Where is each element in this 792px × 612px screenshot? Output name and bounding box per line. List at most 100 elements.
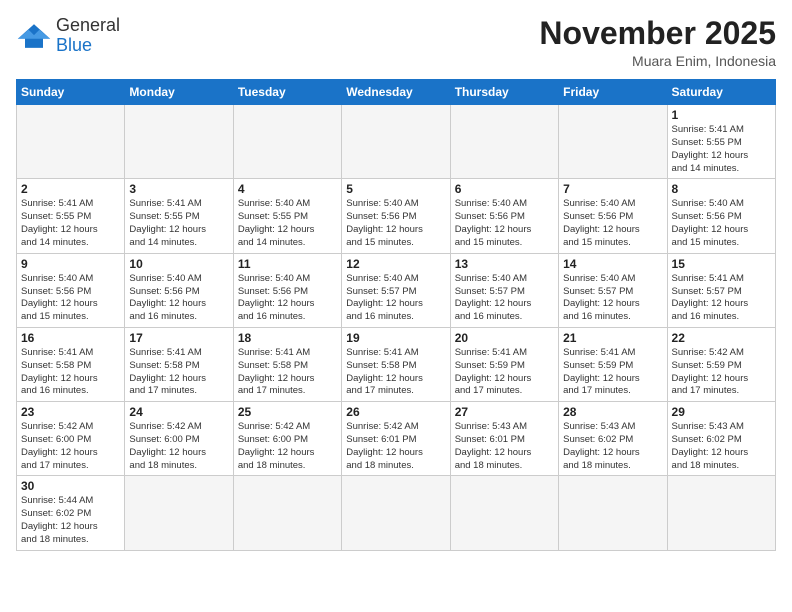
day-number: 24 <box>129 405 228 419</box>
day-number: 5 <box>346 182 445 196</box>
calendar-day-empty <box>342 476 450 550</box>
day-number: 6 <box>455 182 554 196</box>
day-info: Sunrise: 5:42 AMSunset: 6:00 PMDaylight:… <box>238 421 337 472</box>
day-number: 13 <box>455 257 554 271</box>
day-info: Sunrise: 5:40 AMSunset: 5:56 PMDaylight:… <box>129 273 228 324</box>
day-number: 4 <box>238 182 337 196</box>
calendar-day-18: 18 Sunrise: 5:41 AMSunset: 5:58 PMDayligh… <box>233 327 341 401</box>
day-info: Sunrise: 5:43 AMSunset: 6:02 PMDaylight:… <box>563 421 662 472</box>
calendar-day-21: 21 Sunrise: 5:41 AMSunset: 5:59 PMDayligh… <box>559 327 667 401</box>
calendar-day-13: 13 Sunrise: 5:40 AMSunset: 5:57 PMDayligh… <box>450 253 558 327</box>
calendar-day-29: 29Sunrise: 5:43 AMSunset: 6:02 PMDayligh… <box>667 402 775 476</box>
day-info: Sunrise: 5:40 AMSunset: 5:56 PMDaylight:… <box>238 273 337 324</box>
day-number: 22 <box>672 331 771 345</box>
day-info: Sunrise: 5:44 AMSunset: 6:02 PMDaylight:… <box>21 495 120 546</box>
day-number: 16 <box>21 331 120 345</box>
calendar-week-row: 9Sunrise: 5:40 AMSunset: 5:56 PMDaylight… <box>17 253 776 327</box>
calendar: SundayMondayTuesdayWednesdayThursdayFrid… <box>16 79 776 551</box>
calendar-day-empty <box>125 105 233 179</box>
calendar-week-row: 23Sunrise: 5:42 AMSunset: 6:00 PMDayligh… <box>17 402 776 476</box>
logo-icon <box>16 22 52 50</box>
day-number: 3 <box>129 182 228 196</box>
day-number: 1 <box>672 108 771 122</box>
day-header-thursday: Thursday <box>450 80 558 105</box>
day-info: Sunrise: 5:41 AMSunset: 5:58 PMDaylight:… <box>21 347 120 398</box>
day-header-wednesday: Wednesday <box>342 80 450 105</box>
calendar-day-25: 25 Sunrise: 5:42 AMSunset: 6:00 PMDayligh… <box>233 402 341 476</box>
calendar-day-empty <box>17 105 125 179</box>
day-header-tuesday: Tuesday <box>233 80 341 105</box>
day-number: 15 <box>672 257 771 271</box>
day-info: Sunrise: 5:41 AMSunset: 5:58 PMDaylight:… <box>346 347 445 398</box>
calendar-day-empty <box>125 476 233 550</box>
day-info: Sunrise: 5:43 AMSunset: 6:01 PMDaylight:… <box>455 421 554 472</box>
day-number: 2 <box>21 182 120 196</box>
day-header-monday: Monday <box>125 80 233 105</box>
day-number: 29 <box>672 405 771 419</box>
day-info: Sunrise: 5:41 AMSunset: 5:55 PMDaylight:… <box>21 198 120 249</box>
day-info: Sunrise: 5:40 AMSunset: 5:56 PMDaylight:… <box>346 198 445 249</box>
calendar-day-5: 5 Sunrise: 5:40 AMSunset: 5:56 PMDaylight… <box>342 179 450 253</box>
calendar-day-8: 8Sunrise: 5:40 AMSunset: 5:56 PMDaylight… <box>667 179 775 253</box>
page: General Blue November 2025 Muara Enim, I… <box>0 0 792 559</box>
month-title: November 2025 <box>539 16 776 51</box>
day-info: Sunrise: 5:42 AMSunset: 6:00 PMDaylight:… <box>21 421 120 472</box>
calendar-day-12: 12 Sunrise: 5:40 AMSunset: 5:57 PMDayligh… <box>342 253 450 327</box>
calendar-day-7: 7Sunrise: 5:40 AMSunset: 5:56 PMDaylight… <box>559 179 667 253</box>
calendar-day-26: 26Sunrise: 5:42 AMSunset: 6:01 PMDayligh… <box>342 402 450 476</box>
calendar-day-empty <box>559 476 667 550</box>
calendar-day-empty <box>233 476 341 550</box>
day-info: Sunrise: 5:41 AMSunset: 5:58 PMDaylight:… <box>238 347 337 398</box>
calendar-header-row: SundayMondayTuesdayWednesdayThursdayFrid… <box>17 80 776 105</box>
calendar-day-16: 16 Sunrise: 5:41 AMSunset: 5:58 PMDayligh… <box>17 327 125 401</box>
calendar-day-1: 1 Sunrise: 5:41 AMSunset: 5:55 PMDaylight… <box>667 105 775 179</box>
logo: General Blue <box>16 16 120 56</box>
calendar-week-row: 2 Sunrise: 5:41 AMSunset: 5:55 PMDaylight… <box>17 179 776 253</box>
calendar-day-2: 2 Sunrise: 5:41 AMSunset: 5:55 PMDaylight… <box>17 179 125 253</box>
header: General Blue November 2025 Muara Enim, I… <box>16 16 776 69</box>
day-number: 26 <box>346 405 445 419</box>
day-info: Sunrise: 5:42 AMSunset: 5:59 PMDaylight:… <box>672 347 771 398</box>
day-info: Sunrise: 5:40 AMSunset: 5:56 PMDaylight:… <box>21 273 120 324</box>
day-number: 8 <box>672 182 771 196</box>
day-info: Sunrise: 5:40 AMSunset: 5:57 PMDaylight:… <box>346 273 445 324</box>
day-number: 25 <box>238 405 337 419</box>
day-info: Sunrise: 5:41 AMSunset: 5:55 PMDaylight:… <box>129 198 228 249</box>
day-info: Sunrise: 5:42 AMSunset: 6:00 PMDaylight:… <box>129 421 228 472</box>
calendar-day-30: 30 Sunrise: 5:44 AMSunset: 6:02 PMDayligh… <box>17 476 125 550</box>
logo-text: General Blue <box>56 16 120 56</box>
day-info: Sunrise: 5:40 AMSunset: 5:56 PMDaylight:… <box>563 198 662 249</box>
day-number: 21 <box>563 331 662 345</box>
calendar-day-11: 11Sunrise: 5:40 AMSunset: 5:56 PMDayligh… <box>233 253 341 327</box>
calendar-day-23: 23Sunrise: 5:42 AMSunset: 6:00 PMDayligh… <box>17 402 125 476</box>
calendar-day-4: 4 Sunrise: 5:40 AMSunset: 5:55 PMDaylight… <box>233 179 341 253</box>
day-number: 20 <box>455 331 554 345</box>
calendar-day-28: 28 Sunrise: 5:43 AMSunset: 6:02 PMDayligh… <box>559 402 667 476</box>
day-info: Sunrise: 5:40 AMSunset: 5:56 PMDaylight:… <box>455 198 554 249</box>
day-header-saturday: Saturday <box>667 80 775 105</box>
calendar-day-24: 24 Sunrise: 5:42 AMSunset: 6:00 PMDayligh… <box>125 402 233 476</box>
day-number: 28 <box>563 405 662 419</box>
day-info: Sunrise: 5:41 AMSunset: 5:59 PMDaylight:… <box>563 347 662 398</box>
calendar-day-empty <box>233 105 341 179</box>
day-info: Sunrise: 5:41 AMSunset: 5:58 PMDaylight:… <box>129 347 228 398</box>
calendar-week-row: 16 Sunrise: 5:41 AMSunset: 5:58 PMDayligh… <box>17 327 776 401</box>
day-number: 18 <box>238 331 337 345</box>
day-number: 14 <box>563 257 662 271</box>
calendar-week-row: 1 Sunrise: 5:41 AMSunset: 5:55 PMDaylight… <box>17 105 776 179</box>
day-info: Sunrise: 5:40 AMSunset: 5:57 PMDaylight:… <box>455 273 554 324</box>
calendar-day-15: 15Sunrise: 5:41 AMSunset: 5:57 PMDayligh… <box>667 253 775 327</box>
day-info: Sunrise: 5:40 AMSunset: 5:55 PMDaylight:… <box>238 198 337 249</box>
calendar-day-3: 3 Sunrise: 5:41 AMSunset: 5:55 PMDaylight… <box>125 179 233 253</box>
calendar-day-19: 19Sunrise: 5:41 AMSunset: 5:58 PMDayligh… <box>342 327 450 401</box>
calendar-day-22: 22 Sunrise: 5:42 AMSunset: 5:59 PMDayligh… <box>667 327 775 401</box>
calendar-week-row: 30 Sunrise: 5:44 AMSunset: 6:02 PMDayligh… <box>17 476 776 550</box>
day-info: Sunrise: 5:40 AMSunset: 5:57 PMDaylight:… <box>563 273 662 324</box>
calendar-day-9: 9Sunrise: 5:40 AMSunset: 5:56 PMDaylight… <box>17 253 125 327</box>
day-number: 30 <box>21 479 120 493</box>
calendar-day-empty <box>559 105 667 179</box>
day-number: 27 <box>455 405 554 419</box>
day-info: Sunrise: 5:41 AMSunset: 5:55 PMDaylight:… <box>672 124 771 175</box>
calendar-day-empty <box>667 476 775 550</box>
day-number: 12 <box>346 257 445 271</box>
